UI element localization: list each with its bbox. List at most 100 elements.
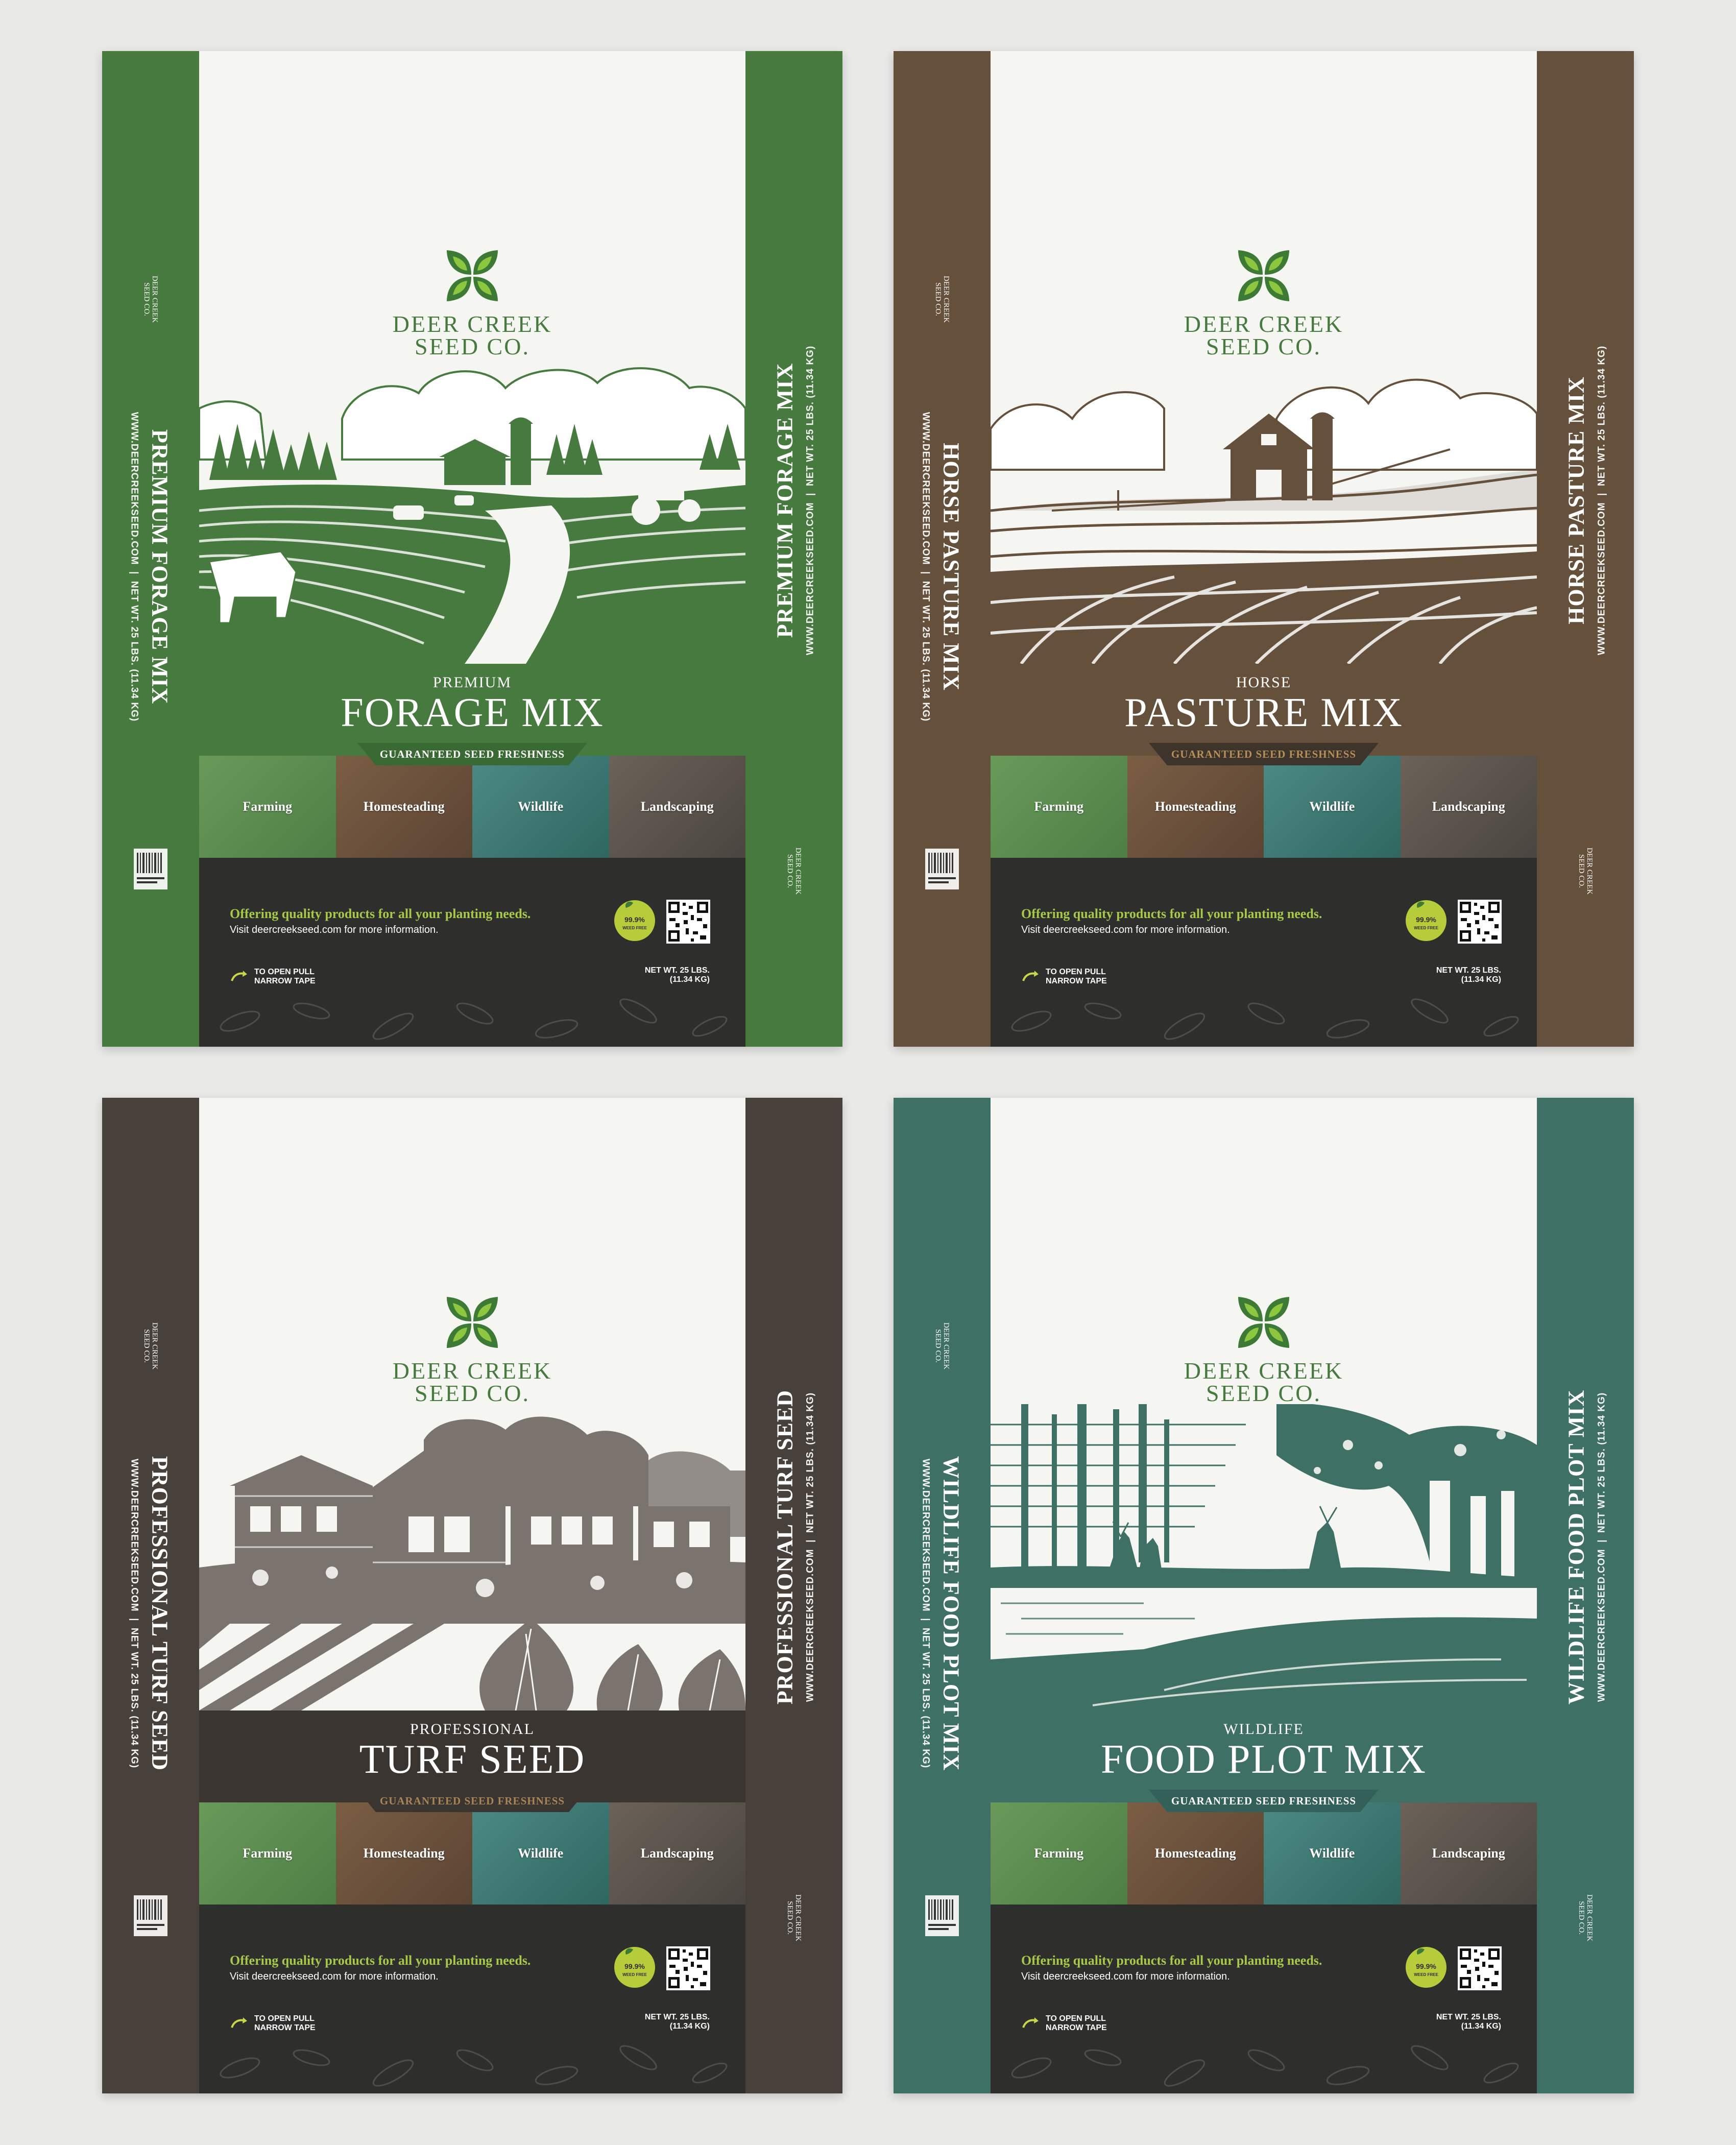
recycle-barcode-icon: [134, 849, 167, 889]
barn-pasture-illustration: [991, 378, 1537, 664]
net-weight: NET WT. 25 LBS. (11.34 KG): [1436, 966, 1501, 984]
tile-homesteading: Homesteading: [1127, 1802, 1264, 1905]
bag-turf-seed: DEER CREEK SEED CO. PROFESSIONAL TURF SEE…: [102, 1098, 842, 2093]
four-leaf-logo-icon: [1238, 250, 1289, 301]
bag-bottom-panel: Offering quality products for all your p…: [199, 858, 745, 1047]
gusset-vertical-label: HORSE PASTURE MIX WWW.DEERCREEKSEED.COM …: [1563, 345, 1607, 656]
tile-farming: Farming: [991, 1802, 1127, 1905]
left-gusset: DEER CREEK SEED CO. HORSE PASTURE MIX WWW…: [894, 51, 991, 1047]
seed-pattern-decoration: [220, 2045, 728, 2087]
open-instructions: TO OPEN PULL NARROW TAPE: [1021, 968, 1107, 986]
product-subtitle: PREMIUM: [432, 674, 512, 691]
gusset-vertical-label: WILDLIFE FOOD PLOT MIX WWW.DEERCREEKSEED…: [920, 1456, 964, 1771]
tile-homesteading: Homesteading: [1127, 756, 1264, 858]
product-subtitle: HORSE: [1236, 674, 1292, 691]
gusset-vertical-label: PROFESSIONAL TURF SEED WWW.DEERCREEKSEED…: [772, 1389, 816, 1705]
product-title: TURF SEED: [359, 1737, 586, 1782]
brand-logo: DEER CREEK SEED CO.: [991, 1292, 1537, 1405]
four-leaf-logo-icon: [1238, 1297, 1289, 1348]
freshness-banner: GUARANTEED SEED FRESHNESS: [357, 743, 587, 765]
svg-text:99.9%: 99.9%: [624, 915, 645, 924]
product-title-panel: PROFESSIONAL TURF SEED: [199, 1710, 745, 1802]
tile-homesteading: Homesteading: [335, 756, 472, 858]
right-gusset: PREMIUM FORAGE MIX WWW.DEERCREEKSEED.COM…: [745, 51, 842, 1047]
offer-text: Offering quality products for all your p…: [1021, 1953, 1322, 1968]
curved-arrow-icon: [231, 971, 247, 981]
left-gusset: DEER CREEK SEED CO. PROFESSIONAL TURF SEE…: [102, 1098, 199, 2093]
seed-pattern-decoration: [1011, 998, 1519, 1040]
brand-name-line1: DEER CREEK: [392, 1358, 552, 1384]
offer-text: Offering quality products for all your p…: [1021, 906, 1322, 921]
bag-front: DEER CREEK SEED CO.: [991, 51, 1537, 1047]
weed-free-seal-icon: 99.9% WEED FREE: [1406, 1947, 1446, 1988]
brand-name-line2: SEED CO.: [415, 1380, 530, 1406]
tile-homesteading: Homesteading: [335, 1802, 472, 1905]
category-tiles: Farming Homesteading Wildlife Landscapin…: [991, 756, 1537, 858]
freshness-banner: GUARANTEED SEED FRESHNESS: [357, 1790, 587, 1812]
bag-forage-mix: DEER CREEK SEED CO. PREMIUM FORAGE MIX WW…: [102, 51, 842, 1047]
brand-name-line2: SEED CO.: [1206, 333, 1321, 359]
gusset-vertical-label: PREMIUM FORAGE MIX WWW.DEERCREEKSEED.COM…: [772, 345, 816, 656]
net-weight: NET WT. 25 LBS. (11.34 KG): [644, 2013, 710, 2031]
farm-scene-illustration: [199, 367, 745, 664]
bag-front: DEER CREEK SEED CO.: [199, 1098, 745, 2093]
qr-code-icon: [1458, 900, 1502, 944]
tile-wildlife: Wildlife: [1264, 756, 1401, 858]
bag-bottom-panel: Offering quality products for all your p…: [991, 1905, 1537, 2093]
visit-text: Visit deercreekseed.com for more informa…: [1021, 924, 1230, 935]
tile-landscaping: Landscaping: [1400, 1802, 1537, 1905]
gusset-logo: DEER CREEK SEED CO.: [142, 1322, 159, 1370]
gusset-logo: DEER CREEK SEED CO.: [1577, 1894, 1594, 1942]
category-tiles: Farming Homesteading Wildlife Landscapin…: [991, 1802, 1537, 1905]
freshness-banner: GUARANTEED SEED FRESHNESS: [1149, 1790, 1379, 1812]
recycle-barcode-icon: [925, 1895, 959, 1936]
offer-text: Offering quality products for all your p…: [230, 906, 531, 921]
visit-text: Visit deercreekseed.com for more informa…: [230, 1971, 439, 1982]
gusset-vertical-label: PREMIUM FORAGE MIX WWW.DEERCREEKSEED.COM…: [129, 412, 173, 722]
svg-text:WEED FREE: WEED FREE: [622, 926, 647, 930]
tile-landscaping: Landscaping: [1400, 756, 1537, 858]
four-leaf-logo-icon: [447, 250, 498, 301]
open-instructions: TO OPEN PULL NARROW TAPE: [1021, 2014, 1107, 2033]
curved-arrow-icon: [1022, 971, 1039, 981]
svg-text:99.9%: 99.9%: [1416, 915, 1436, 924]
open-instructions: TO OPEN PULL NARROW TAPE: [230, 968, 316, 986]
product-title: FORAGE MIX: [341, 690, 604, 735]
tile-wildlife: Wildlife: [1264, 1802, 1401, 1905]
brand-name-line2: SEED CO.: [1206, 1380, 1321, 1406]
wildlife-deer-illustration: [991, 1404, 1537, 1710]
tile-farming: Farming: [199, 756, 336, 858]
right-gusset: WILDLIFE FOOD PLOT MIX WWW.DEERCREEKSEED…: [1537, 1098, 1634, 2093]
gusset-logo: DEER CREEK SEED CO.: [934, 1322, 950, 1370]
product-title: FOOD PLOT MIX: [1101, 1737, 1427, 1782]
category-tiles: Farming Homesteading Wildlife Landscapin…: [199, 1802, 745, 1905]
gusset-logo: DEER CREEK SEED CO.: [1577, 847, 1594, 895]
qr-code-icon: [1458, 1946, 1502, 1990]
brand-name-line1: DEER CREEK: [392, 311, 552, 337]
house-lawn-illustration: [199, 1416, 745, 1710]
gusset-logo: DEER CREEK SEED CO.: [934, 275, 950, 323]
brand-name-line1: DEER CREEK: [1184, 311, 1344, 337]
svg-text:99.9%: 99.9%: [1416, 1962, 1436, 1970]
left-gusset: DEER CREEK SEED CO. PREMIUM FORAGE MIX WW…: [102, 51, 199, 1047]
weed-free-seal-icon: 99.9% WEED FREE: [614, 900, 655, 941]
product-title-panel: WILDLIFE FOOD PLOT MIX: [991, 1710, 1537, 1802]
brand-logo: DEER CREEK SEED CO.: [199, 245, 745, 358]
tile-landscaping: Landscaping: [609, 1802, 745, 1905]
weed-free-seal-icon: 99.9% WEED FREE: [614, 1947, 655, 1988]
brand-name-line2: SEED CO.: [415, 333, 530, 359]
svg-text:WEED FREE: WEED FREE: [1414, 1972, 1438, 1977]
bag-front: DEER CREEK SEED CO.: [199, 51, 745, 1047]
seed-pattern-decoration: [1011, 2045, 1519, 2087]
offer-text: Offering quality products for all your p…: [230, 1953, 531, 1968]
recycle-barcode-icon: [134, 1895, 167, 1936]
gusset-logo: DEER CREEK SEED CO.: [786, 847, 802, 895]
bag-bottom-panel: Offering quality products for all your p…: [991, 858, 1537, 1047]
recycle-barcode-icon: [925, 849, 959, 889]
gusset-logo: DEER CREEK SEED CO.: [142, 275, 159, 323]
bag-front: DEER CREEK SEED CO.: [991, 1098, 1537, 2093]
bag-bottom-panel: Offering quality products for all your p…: [199, 1905, 745, 2093]
product-title: PASTURE MIX: [1124, 690, 1403, 735]
gusset-vertical-label: HORSE PASTURE MIX WWW.DEERCREEKSEED.COM …: [920, 412, 964, 722]
tile-wildlife: Wildlife: [472, 1802, 609, 1905]
